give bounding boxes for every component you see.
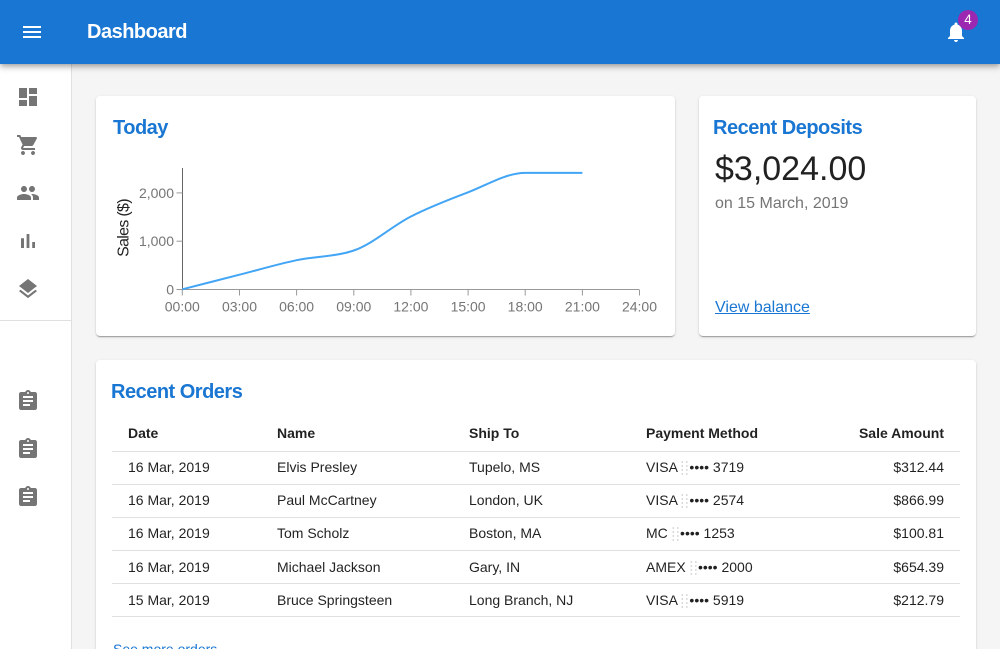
svg-text:18:00: 18:00	[508, 299, 543, 315]
svg-text:Sales ($): Sales ($)	[116, 199, 133, 257]
svg-text:0: 0	[166, 282, 174, 298]
svg-text:1,000: 1,000	[139, 233, 174, 249]
svg-text:12:00: 12:00	[393, 299, 428, 315]
svg-text:21:00: 21:00	[565, 299, 600, 315]
svg-text:15:00: 15:00	[451, 299, 486, 315]
svg-text:06:00: 06:00	[279, 299, 314, 315]
svg-text:2,000: 2,000	[139, 185, 174, 201]
svg-text:00:00: 00:00	[165, 299, 200, 315]
svg-text:24:00: 24:00	[622, 299, 657, 315]
svg-text:03:00: 03:00	[222, 299, 257, 315]
svg-text:09:00: 09:00	[336, 299, 371, 315]
